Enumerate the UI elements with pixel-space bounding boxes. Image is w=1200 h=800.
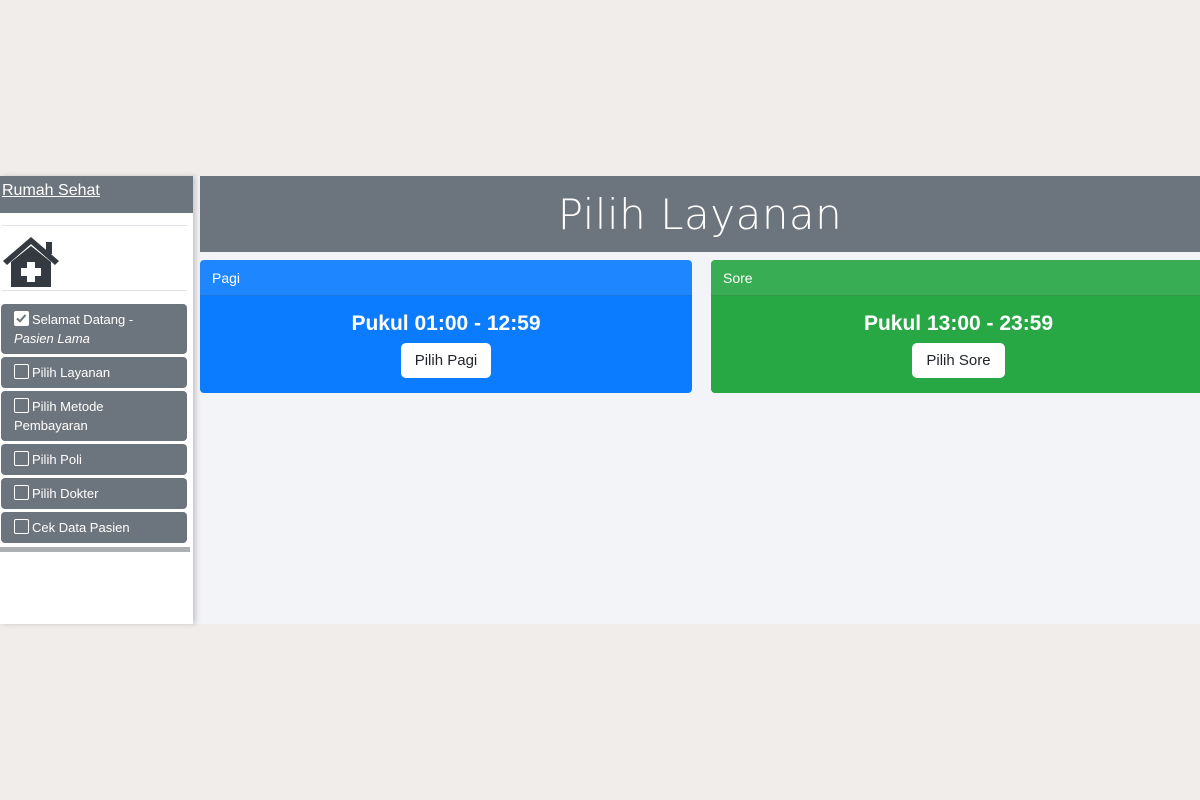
card-pagi: Pagi Pukul 01:00 - 12:59 Pilih Pagi <box>200 260 692 393</box>
step-pilih-poli[interactable]: Pilih Poli <box>1 444 187 475</box>
step-list: Selamat Datang - Pasien Lama Pilih Layan… <box>0 291 193 543</box>
card-header: Sore <box>711 260 1200 296</box>
checkbox-icon[interactable] <box>14 519 29 534</box>
card-time: Pukul 01:00 - 12:59 <box>351 312 541 335</box>
checkbox-icon[interactable] <box>14 364 29 379</box>
sidebar: Rumah Sehat Selamat Datang - Pasien Lama… <box>0 176 193 624</box>
checkbox-icon[interactable] <box>14 451 29 466</box>
page-title: Pilih Layanan <box>557 189 843 239</box>
step-label: Selamat Datang - <box>32 312 134 327</box>
step-pilih-metode-pembayaran[interactable]: Pilih Metode Pembayaran <box>1 391 187 441</box>
logo <box>0 226 193 290</box>
main-content: Pilih Layanan Pagi Pukul 01:00 - 12:59 P… <box>200 176 1200 624</box>
card-header: Pagi <box>200 260 692 296</box>
page-header: Pilih Layanan <box>200 176 1200 252</box>
step-label: Cek Data Pasien <box>32 520 130 535</box>
pilih-pagi-button[interactable]: Pilih Pagi <box>400 343 492 378</box>
card-body: Pukul 01:00 - 12:59 Pilih Pagi <box>200 296 692 378</box>
card-body: Pukul 13:00 - 23:59 Pilih Sore <box>711 296 1200 378</box>
checkbox-icon[interactable] <box>14 485 29 500</box>
brand-bar: Rumah Sehat <box>0 176 193 213</box>
checkbox-checked-icon[interactable] <box>14 311 29 326</box>
step-pilih-dokter[interactable]: Pilih Dokter <box>1 478 187 509</box>
card-time: Pukul 13:00 - 23:59 <box>863 312 1054 335</box>
brand-link[interactable]: Rumah Sehat <box>2 182 100 199</box>
step-selamat-datang[interactable]: Selamat Datang - Pasien Lama <box>1 304 187 354</box>
sidebar-scrollbar[interactable] <box>0 547 190 552</box>
step-cek-data-pasien[interactable]: Cek Data Pasien <box>1 512 187 543</box>
step-label: Pilih Dokter <box>32 486 99 501</box>
step-pilih-layanan[interactable]: Pilih Layanan <box>1 357 187 388</box>
app-window: Rumah Sehat Selamat Datang - Pasien Lama… <box>0 176 1200 624</box>
step-label-emphasis: Pasien Lama <box>14 331 90 346</box>
step-label: Pilih Poli <box>32 452 82 467</box>
card-sore: Sore Pukul 13:00 - 23:59 Pilih Sore <box>711 260 1200 393</box>
house-medical-icon <box>3 237 59 287</box>
pilih-sore-button[interactable]: Pilih Sore <box>912 343 1005 378</box>
checkbox-icon[interactable] <box>14 398 29 413</box>
step-label: Pilih Layanan <box>32 365 111 380</box>
